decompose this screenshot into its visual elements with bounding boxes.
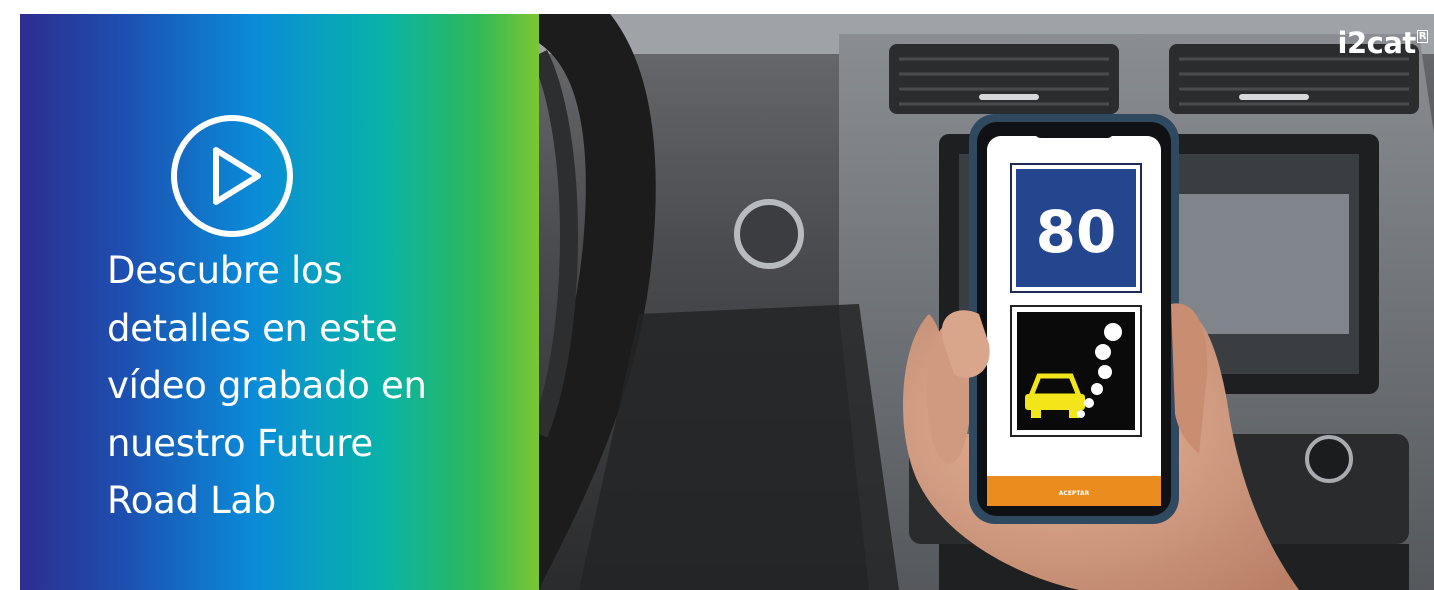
promo-line: nuestro Future (107, 421, 373, 465)
brand-name: i2cat (1337, 26, 1417, 60)
promo-line: detalles en este (107, 306, 398, 350)
video-thumbnail[interactable]: 80 ACEPTAR i2cat R (539, 14, 1434, 590)
car-interior-photo: 80 ACEPTAR (539, 14, 1434, 590)
brand-logo: i2cat R (1338, 26, 1428, 60)
promo-line: vídeo grabado en (107, 364, 427, 407)
video-banner[interactable]: Descubre los detalles en este vídeo grab… (20, 14, 1434, 590)
registered-mark: R (1416, 30, 1428, 43)
promo-line: Road Lab (107, 479, 276, 522)
promo-headline: Descubre los detalles en este vídeo grab… (107, 242, 527, 530)
promo-line: Descubre los (107, 249, 343, 292)
accept-button-label: ACEPTAR (1059, 490, 1090, 497)
speed-sign-value: 80 (1036, 198, 1117, 266)
promo-panel: Descubre los detalles en este vídeo grab… (20, 14, 539, 590)
play-circle-icon[interactable] (168, 112, 296, 240)
